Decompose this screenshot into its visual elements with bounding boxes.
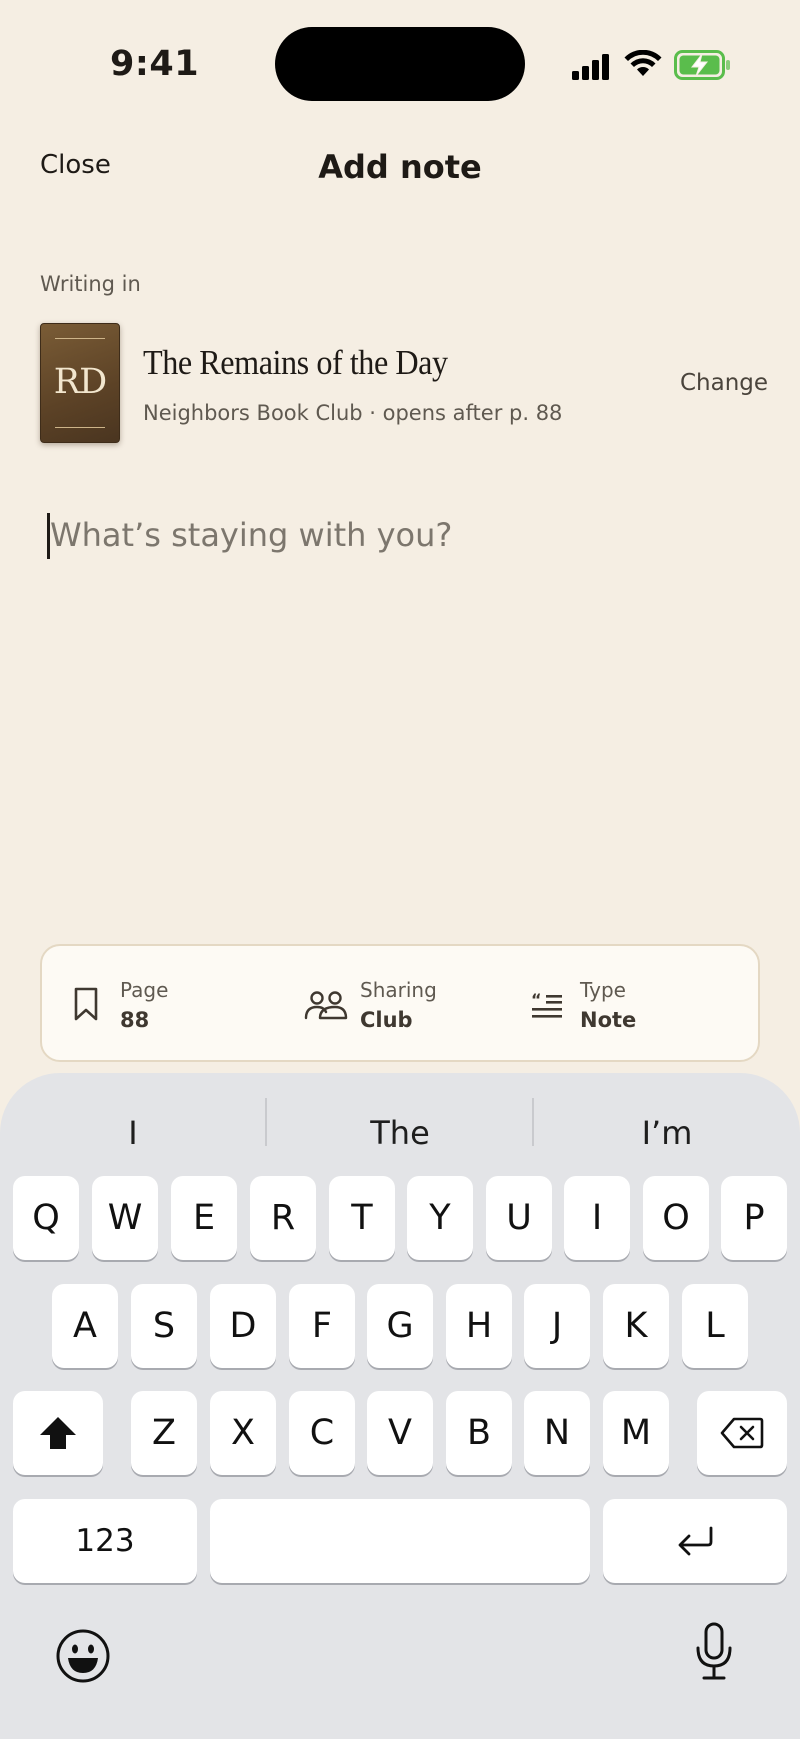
key-s[interactable]: S <box>131 1284 197 1368</box>
wifi-icon <box>624 50 662 76</box>
key-k[interactable]: K <box>603 1284 669 1368</box>
key-i[interactable]: I <box>564 1176 630 1260</box>
return-icon <box>678 1526 713 1556</box>
quote-icon: “ <box>531 990 562 1018</box>
key-l[interactable]: L <box>682 1284 748 1368</box>
bookmark-icon <box>74 987 98 1021</box>
cover-rule <box>55 338 105 339</box>
key-y[interactable]: Y <box>407 1176 473 1260</box>
book-initials: RD <box>53 362 107 402</box>
key-w[interactable]: W <box>92 1176 158 1260</box>
key-e[interactable]: E <box>171 1176 237 1260</box>
writing-in-label: Writing in <box>40 272 141 296</box>
page-label: Page <box>120 978 169 1002</box>
page-selector[interactable]: Page 88 <box>42 946 272 1060</box>
people-icon <box>304 991 348 1020</box>
signal-icon <box>572 54 609 80</box>
sharing-value: Club <box>360 1008 413 1032</box>
cover-rule <box>55 427 105 428</box>
type-value: Note <box>580 1008 637 1032</box>
key-o[interactable]: O <box>643 1176 709 1260</box>
note-meta-toolbar: Page 88 Sharing Club “ Type Note <box>40 944 760 1062</box>
suggestion-2[interactable]: The <box>267 1103 533 1163</box>
type-selector[interactable]: “ Type Note <box>520 946 750 1060</box>
key-b[interactable]: B <box>446 1391 512 1475</box>
key-n[interactable]: N <box>524 1391 590 1475</box>
book-title: The Remains of the Day <box>143 343 448 382</box>
backspace-icon <box>720 1417 764 1449</box>
key-p[interactable]: P <box>721 1176 787 1260</box>
keyboard: I The I’m Q W E R T Y U I O P A S D F G … <box>0 1073 800 1739</box>
backspace-key[interactable] <box>697 1391 787 1475</box>
key-h[interactable]: H <box>446 1284 512 1368</box>
sharing-selector[interactable]: Sharing Club <box>282 946 512 1060</box>
numbers-key[interactable]: 123 <box>13 1499 197 1583</box>
shift-key[interactable] <box>13 1391 103 1475</box>
page-title: Add note <box>318 148 482 186</box>
key-a[interactable]: A <box>52 1284 118 1368</box>
svg-text:“: “ <box>531 990 542 1009</box>
key-j[interactable]: J <box>524 1284 590 1368</box>
close-button[interactable]: Close <box>40 150 111 180</box>
key-f[interactable]: F <box>289 1284 355 1368</box>
key-v[interactable]: V <box>367 1391 433 1475</box>
suggestion-3[interactable]: I’m <box>534 1103 800 1163</box>
battery-charging-icon <box>674 50 730 80</box>
key-q[interactable]: Q <box>13 1176 79 1260</box>
page-value: 88 <box>120 1008 150 1032</box>
type-label: Type <box>580 978 626 1002</box>
emoji-icon[interactable] <box>55 1628 111 1684</box>
key-z[interactable]: Z <box>131 1391 197 1475</box>
suggestion-1[interactable]: I <box>0 1103 266 1163</box>
key-u[interactable]: U <box>486 1176 552 1260</box>
note-input[interactable] <box>50 505 750 565</box>
key-r[interactable]: R <box>250 1176 316 1260</box>
dynamic-island <box>275 27 525 101</box>
return-key[interactable] <box>603 1499 787 1583</box>
space-key[interactable] <box>210 1499 590 1583</box>
status-time: 9:41 <box>110 44 200 84</box>
key-c[interactable]: C <box>289 1391 355 1475</box>
key-x[interactable]: X <box>210 1391 276 1475</box>
key-g[interactable]: G <box>367 1284 433 1368</box>
change-book-button[interactable]: Change <box>680 370 768 396</box>
book-subtitle: Neighbors Book Club · opens after p. 88 <box>143 401 563 425</box>
key-d[interactable]: D <box>210 1284 276 1368</box>
book-cover: RD <box>40 323 120 443</box>
microphone-icon[interactable] <box>694 1622 734 1682</box>
shift-icon <box>40 1417 76 1449</box>
key-t[interactable]: T <box>329 1176 395 1260</box>
key-m[interactable]: M <box>603 1391 669 1475</box>
status-bar: 9:41 <box>0 0 800 130</box>
sharing-label: Sharing <box>360 978 437 1002</box>
